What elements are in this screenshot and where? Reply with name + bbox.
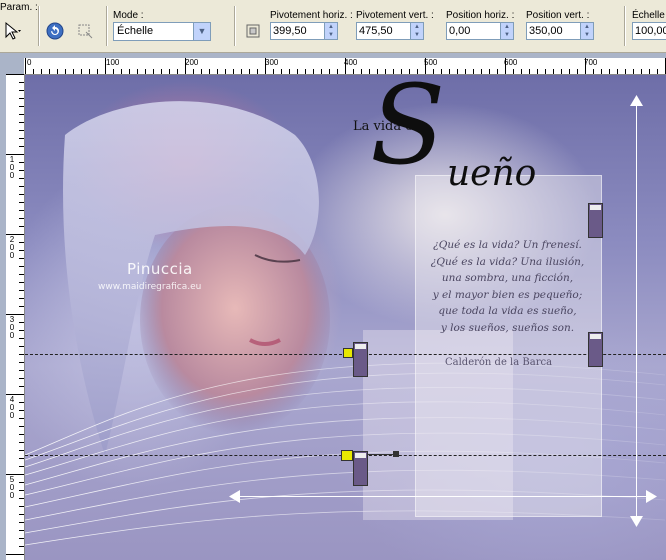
scale-input[interactable]: [633, 23, 666, 39]
ruler-h-label: 500: [424, 58, 438, 67]
poem-line: una sombra, una ficción,: [441, 272, 574, 284]
ruler-h-label: 700: [584, 58, 598, 67]
horizontal-ruler: 0 100 200 300 400 500 600 700: [24, 58, 666, 75]
arrow-down-icon: [630, 516, 643, 527]
pos-v-label: Position vert. :: [526, 10, 590, 21]
pos-h-stepper[interactable]: ▲ ▼: [500, 23, 513, 39]
pos-h-field[interactable]: ▲▼: [446, 22, 514, 40]
arrow-left-icon: [229, 490, 240, 503]
ruler-h-label: 400: [344, 58, 358, 67]
poem-line: y el mayor bien es pequeño;: [432, 288, 583, 301]
pos-v-stepper[interactable]: ▲ ▼: [580, 23, 593, 39]
toolbar-separator: [624, 6, 626, 46]
arrow-up-icon: [630, 95, 643, 106]
scale-field[interactable]: [632, 22, 666, 40]
watermark-url: www.maidiregrafica.eu: [98, 282, 202, 292]
image-canvas[interactable]: La vida es S ueño ¿Qué es la vida? Un fr…: [25, 75, 666, 560]
poem-line: ¿Qué es la vida? Un frenesí.: [433, 239, 582, 251]
pivot-h-field[interactable]: ▲▼: [270, 22, 338, 40]
poem-line: y los sueños, sueños son.: [440, 321, 575, 334]
title-big-text: ueño: [447, 153, 537, 194]
horizontal-measure-arrow: [231, 496, 653, 497]
ruler-v-label: 5 0 0: [9, 475, 15, 500]
reset-icon[interactable]: [44, 20, 66, 42]
pivot-v-field[interactable]: ▲▼: [356, 22, 424, 40]
pos-v-field[interactable]: ▲▼: [526, 22, 594, 40]
ruler-h-label: 200: [185, 58, 199, 67]
tool-options-bar: Param. : Mode : Échelle ▼ Pivotement hor…: [0, 0, 666, 53]
title-initial-letter: S: [370, 75, 446, 189]
arrow-right-icon: [646, 490, 657, 503]
chevron-down-icon[interactable]: ▼: [193, 23, 210, 40]
transform-icon[interactable]: [74, 20, 96, 42]
scale-label: Échelle (: [632, 10, 666, 21]
poem-line: ¿Qué es la vida? Una ilusión,: [430, 255, 585, 268]
transform-handle-top[interactable]: [353, 342, 368, 377]
poem-author: Calderón de la Barca: [445, 357, 553, 368]
pivot-point-icon[interactable]: [341, 450, 353, 461]
ruler-h-label: 600: [504, 58, 518, 67]
poem-text: ¿Qué es la vida? Un frenesí. ¿Qué es la …: [415, 237, 600, 336]
pivot-h-label: Pivotement horiz. :: [270, 10, 353, 21]
toolbar-separator: [106, 6, 108, 46]
mode-label: Mode :: [113, 10, 144, 21]
vertical-measure-arrow: [636, 97, 637, 525]
pivot-v-stepper[interactable]: ▲ ▼: [410, 23, 423, 39]
pivot-h-stepper[interactable]: ▲ ▼: [324, 23, 337, 39]
ruler-v-label: 4 0 0: [9, 395, 15, 420]
toolbar-separator: [38, 6, 40, 46]
ruler-h-label: 100: [106, 58, 120, 67]
mode-select[interactable]: Échelle ▼: [113, 22, 211, 41]
pivot-v-label: Pivotement vert. :: [356, 10, 434, 21]
ruler-h-label: 300: [265, 58, 279, 67]
vertical-ruler: 1 0 0 2 0 0 3 0 0 4 0 0 5 0 0: [6, 74, 25, 560]
ruler-v-label: 2 0 0: [9, 235, 15, 260]
transform-handle-top-right[interactable]: [588, 203, 603, 238]
ruler-v-label: 1 0 0: [9, 155, 15, 180]
pivot-icon[interactable]: [242, 20, 264, 42]
poem-line: que toda la vida es sueño,: [438, 305, 577, 317]
pos-h-input[interactable]: [447, 23, 503, 39]
params-label: Param. :: [0, 2, 38, 13]
rotation-arm: [368, 454, 396, 455]
ruler-h-label: 0: [27, 58, 32, 67]
pos-h-label: Position horiz. :: [446, 10, 515, 21]
transform-handle-right[interactable]: [588, 332, 603, 367]
watermark-text: Pinuccia: [127, 260, 193, 278]
mode-select-value: Échelle: [117, 25, 154, 37]
rotation-handle[interactable]: [393, 451, 399, 457]
pointer-tool-icon[interactable]: [2, 20, 24, 42]
pivot-h-input[interactable]: [271, 23, 327, 39]
pos-v-input[interactable]: [527, 23, 583, 39]
ruler-v-label: 3 0 0: [9, 315, 15, 340]
toolbar-separator: [234, 6, 236, 46]
pivot-v-input[interactable]: [357, 23, 413, 39]
guide-marker-icon[interactable]: [343, 348, 353, 358]
transform-handle-center[interactable]: [353, 451, 368, 486]
